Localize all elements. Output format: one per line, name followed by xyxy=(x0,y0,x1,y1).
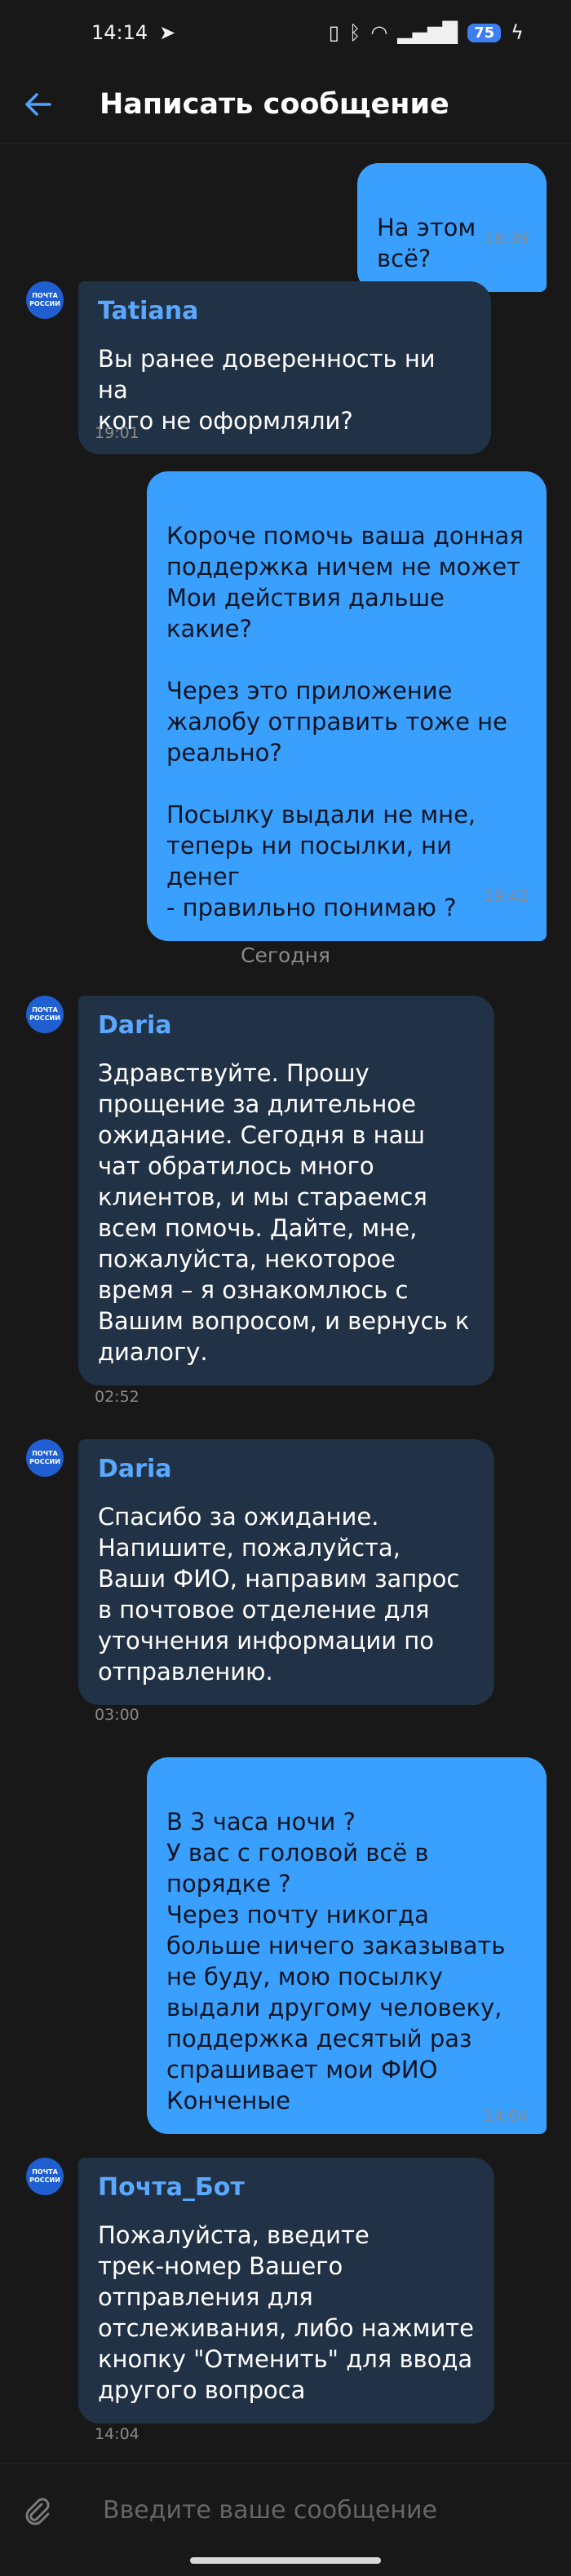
status-time: 14:14 xyxy=(91,21,148,44)
sender-name: Tatiana xyxy=(98,297,199,325)
message-time: 14:04 xyxy=(484,2107,529,2125)
sender-name: Daria xyxy=(98,1011,172,1040)
wifi-icon: ◠ xyxy=(370,21,388,44)
message-time: 19:01 xyxy=(95,424,139,442)
incoming-message[interactable]: Tatiana Вы ранее доверенность ни на кого… xyxy=(78,281,491,454)
outgoing-message[interactable]: На этом всё? xyxy=(357,163,547,292)
outgoing-message[interactable]: Короче помочь ваша донная поддержка ниче… xyxy=(147,471,547,941)
message-time: 14:04 xyxy=(95,2425,139,2443)
message-text: Вы ранее доверенность ни на кого не офор… xyxy=(98,345,436,435)
incoming-message[interactable]: Daria Спасибо за ожидание. Напишите, пож… xyxy=(78,1439,494,1705)
sender-name: Daria xyxy=(98,1455,172,1483)
avatar: ПОЧТА РОССИИ xyxy=(26,2158,64,2195)
avatar: ПОЧТА РОССИИ xyxy=(26,281,64,319)
paperclip-icon xyxy=(25,2497,50,2525)
paperclip-icon[interactable] xyxy=(0,2496,73,2525)
message-time: 19:42 xyxy=(484,887,529,905)
message-time: 18:39 xyxy=(484,230,529,248)
status-bar: 14:14 ➤ ▯ ᛒ ◠ ▂▄▆█ 75 ϟ xyxy=(0,0,571,65)
bluetooth-icon: ᛒ xyxy=(348,21,361,44)
vibrate-icon: ▯ xyxy=(328,21,339,44)
arrow-left-icon xyxy=(25,92,51,116)
charging-icon: ϟ xyxy=(511,21,524,44)
message-composer xyxy=(0,2463,571,2557)
message-text: Короче помочь ваша донная поддержка ниче… xyxy=(166,522,524,921)
date-separator: Сегодня xyxy=(241,943,330,967)
incoming-message[interactable]: Daria Здравствуйте. Прошу прощение за дл… xyxy=(78,996,494,1385)
sender-name: Почта_Бот xyxy=(98,2173,245,2202)
back-button[interactable] xyxy=(0,65,75,144)
message-text: Здравствуйте. Прошу прощение за длительн… xyxy=(98,1059,470,1366)
page-title: Написать сообщение xyxy=(100,87,449,121)
app-bar: Написать сообщение xyxy=(0,65,571,144)
outgoing-message[interactable]: В 3 часа ночи ? У вас с головой всё в по… xyxy=(147,1757,547,2134)
home-indicator[interactable] xyxy=(190,2557,381,2564)
telegram-icon: ➤ xyxy=(159,21,176,44)
message-text: На этом всё? xyxy=(377,214,476,272)
message-text: Пожалуйста, введите трек-номер Вашего от… xyxy=(98,2221,475,2404)
avatar: ПОЧТА РОССИИ xyxy=(26,996,64,1033)
message-text: Спасибо за ожидание. Напишите, пожалуйст… xyxy=(98,1503,460,1686)
message-text: В 3 часа ночи ? У вас с головой всё в по… xyxy=(166,1808,506,2114)
incoming-message[interactable]: Почта_Бот Пожалуйста, введите трек-номер… xyxy=(78,2158,494,2424)
battery-icon: 75 xyxy=(467,23,502,42)
message-input[interactable] xyxy=(101,2495,571,2525)
message-time: 03:00 xyxy=(95,1706,139,1724)
message-time: 02:52 xyxy=(95,1388,139,1406)
signal-icon: ▂▄▆█ xyxy=(397,21,458,44)
avatar: ПОЧТА РОССИИ xyxy=(26,1439,64,1477)
